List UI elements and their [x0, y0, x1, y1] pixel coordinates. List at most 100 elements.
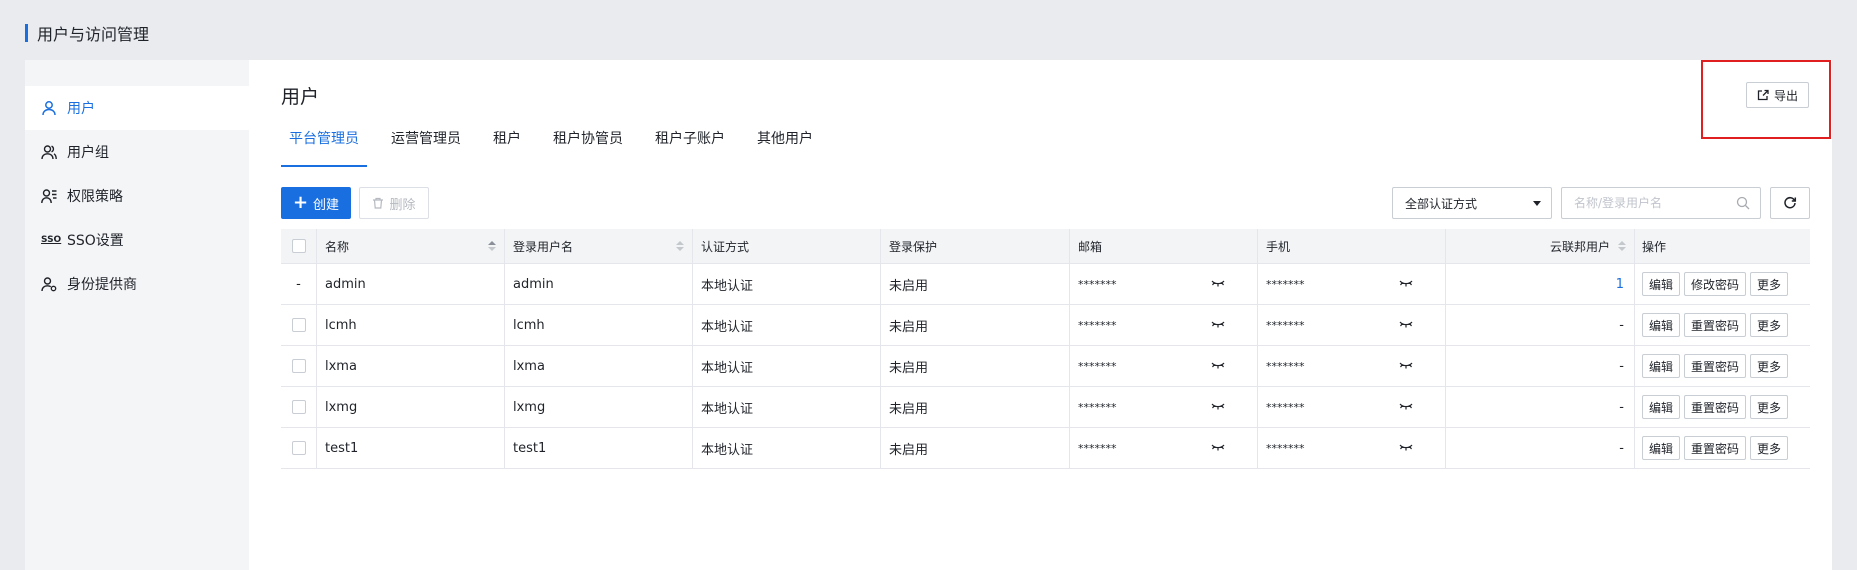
sidebar-item-policies[interactable]: 权限策略 — [25, 174, 249, 218]
create-label: 创建 — [313, 197, 340, 213]
sidebar-item-users[interactable]: 用户 — [25, 86, 249, 130]
masked-phone: ******* — [1266, 277, 1305, 291]
more-button[interactable]: 更多 — [1750, 313, 1789, 337]
search-icon[interactable] — [1736, 196, 1750, 210]
reset-password-button[interactable]: 重置密码 — [1684, 354, 1747, 378]
tab-tenant[interactable]: 租户 — [485, 125, 529, 163]
sort-icon[interactable] — [488, 241, 496, 252]
more-button[interactable]: 更多 — [1750, 395, 1789, 419]
federated-count-link[interactable]: 1 — [1616, 277, 1624, 292]
change-password-button[interactable]: 修改密码 — [1684, 272, 1747, 296]
reset-password-button[interactable]: 重置密码 — [1684, 395, 1747, 419]
edit-button[interactable]: 编辑 — [1642, 395, 1681, 419]
cell-email: ******* — [1070, 387, 1258, 427]
cell-name: lxmg — [317, 387, 505, 427]
column-label: 邮箱 — [1078, 239, 1103, 254]
eye-closed-icon[interactable] — [1211, 319, 1225, 329]
sidebar-item-label: 权限策略 — [67, 189, 123, 205]
sort-icon[interactable] — [676, 241, 684, 252]
search-input[interactable] — [1562, 188, 1722, 218]
cell-federated: - — [1446, 387, 1635, 427]
row-checkbox[interactable] — [291, 441, 306, 455]
sidebar-item-label: 用户 — [67, 101, 95, 117]
masked-email: ******* — [1078, 441, 1117, 455]
eye-closed-icon[interactable] — [1399, 442, 1413, 452]
header-checkbox-cell — [281, 229, 317, 263]
more-button[interactable]: 更多 — [1750, 354, 1789, 378]
masked-phone: ******* — [1266, 318, 1305, 332]
cell-login: test1 — [505, 428, 693, 468]
cell-auth: 本地认证 — [693, 428, 881, 468]
delete-label: 删除 — [389, 197, 416, 213]
masked-phone: ******* — [1266, 400, 1305, 414]
edit-button[interactable]: 编辑 — [1642, 354, 1681, 378]
page-title: 用户与访问管理 — [37, 25, 150, 44]
eye-closed-icon[interactable] — [1399, 360, 1413, 370]
eye-closed-icon[interactable] — [1399, 319, 1413, 329]
edit-button[interactable]: 编辑 — [1642, 272, 1681, 296]
sidebar-item-label: SSO设置 — [67, 233, 124, 249]
eye-closed-icon[interactable] — [1211, 278, 1225, 288]
tab-tenant-co-admin[interactable]: 租户协管员 — [545, 125, 631, 163]
cell-federated: - — [1446, 346, 1635, 386]
more-button[interactable]: 更多 — [1750, 272, 1789, 296]
refresh-button[interactable] — [1770, 187, 1810, 219]
cell-auth: 本地认证 — [693, 264, 881, 304]
delete-button[interactable]: 删除 — [359, 187, 429, 219]
row-checkbox[interactable] — [291, 359, 306, 373]
export-button[interactable]: 导出 — [1746, 82, 1809, 108]
cell-name: lxma — [317, 346, 505, 386]
table-header-row: 名称 登录用户名 认证方式 登录保护 邮箱 手机 云联邦用户 操作 — [281, 229, 1810, 264]
column-label: 操作 — [1642, 239, 1667, 254]
masked-email: ******* — [1078, 318, 1117, 332]
sort-icon[interactable] — [1618, 241, 1626, 252]
more-button[interactable]: 更多 — [1750, 436, 1789, 460]
cell-protection: 未启用 — [881, 428, 1070, 468]
users-table: 名称 登录用户名 认证方式 登录保护 邮箱 手机 云联邦用户 操作 - admi… — [281, 229, 1810, 469]
cell-email: ******* — [1070, 305, 1258, 345]
edit-button[interactable]: 编辑 — [1642, 313, 1681, 337]
row-disabled-marker: - — [296, 276, 301, 292]
masked-phone: ******* — [1266, 359, 1305, 373]
sidebar-item-identity-providers[interactable]: 身份提供商 — [25, 262, 249, 306]
tab-operations-admin[interactable]: 运营管理员 — [383, 125, 469, 163]
sidebar-item-label: 身份提供商 — [67, 277, 137, 293]
column-header-federated[interactable]: 云联邦用户 — [1446, 229, 1635, 263]
tab-tenant-subaccount[interactable]: 租户子账户 — [647, 125, 733, 163]
eye-closed-icon[interactable] — [1211, 401, 1225, 411]
column-header-name[interactable]: 名称 — [317, 229, 505, 263]
tab-platform-admin[interactable]: 平台管理员 — [281, 125, 367, 167]
column-header-email: 邮箱 — [1070, 229, 1258, 263]
masked-phone: ******* — [1266, 441, 1305, 455]
main-panel: 用户 导出 平台管理员 运营管理员 租户 租户协管员 租户子账户 其他用户 + … — [249, 60, 1832, 570]
edit-button[interactable]: 编辑 — [1642, 436, 1681, 460]
column-label: 云联邦用户 — [1549, 239, 1610, 254]
row-checkbox[interactable] — [291, 318, 306, 332]
table-row: - admin admin 本地认证 未启用 ******* ******* 1… — [281, 264, 1810, 305]
cell-protection: 未启用 — [881, 387, 1070, 427]
cell-protection: 未启用 — [881, 264, 1070, 304]
column-label: 登录保护 — [889, 239, 938, 254]
refresh-icon — [1784, 196, 1797, 209]
eye-closed-icon[interactable] — [1399, 278, 1413, 288]
reset-password-button[interactable]: 重置密码 — [1684, 313, 1747, 337]
reset-password-button[interactable]: 重置密码 — [1684, 436, 1747, 460]
chevron-down-icon — [1533, 201, 1541, 206]
sidebar-item-user-groups[interactable]: 用户组 — [25, 130, 249, 174]
cell-phone: ******* — [1258, 428, 1446, 468]
sidebar-item-sso[interactable]: SSO SSO设置 — [25, 218, 249, 262]
eye-closed-icon[interactable] — [1399, 401, 1413, 411]
eye-closed-icon[interactable] — [1211, 360, 1225, 370]
eye-closed-icon[interactable] — [1211, 442, 1225, 452]
trash-icon — [373, 197, 384, 209]
row-check-cell — [281, 305, 317, 345]
tab-other-users[interactable]: 其他用户 — [749, 125, 821, 163]
sidebar: 用户 用户组 权限策略 SSO SSO设置 身份提供商 — [25, 60, 249, 570]
column-header-login[interactable]: 登录用户名 — [505, 229, 693, 263]
create-button[interactable]: + 创建 — [281, 187, 351, 219]
column-label: 认证方式 — [701, 239, 750, 254]
cell-name: lcmh — [317, 305, 505, 345]
auth-method-select[interactable]: 全部认证方式 — [1392, 187, 1552, 219]
row-checkbox[interactable] — [291, 400, 306, 414]
select-all-checkbox[interactable] — [291, 239, 306, 253]
